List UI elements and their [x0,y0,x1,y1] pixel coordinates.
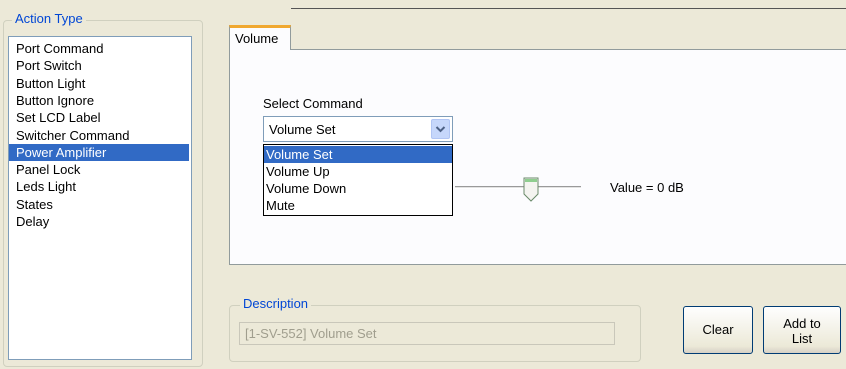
command-combobox[interactable]: Volume Set [263,116,453,142]
action-type-legend: Action Type [12,11,86,26]
action-type-item[interactable]: Port Command [9,40,189,57]
action-type-list[interactable]: Port Command Port Switch Button Light Butto… [8,36,192,360]
dropdown-option[interactable]: Volume Down [264,180,452,197]
action-type-item[interactable]: Leds Light [9,178,189,195]
add-to-list-button[interactable]: Add to List [763,306,841,354]
action-type-item[interactable]: States [9,196,189,213]
action-type-item[interactable]: Set LCD Label [9,109,189,126]
tab-strip-line [291,8,846,9]
action-type-item[interactable]: Port Switch [9,57,189,74]
volume-value-text: Value = 0 dB [610,180,684,195]
combobox-dropdown-button[interactable] [431,119,450,139]
command-combobox-value: Volume Set [269,122,336,137]
tab-volume[interactable]: Volume [229,25,291,50]
slider-thumb-icon[interactable] [522,177,540,203]
add-to-list-label-line1: Add to [783,316,821,331]
action-type-item[interactable]: Power Amplifier [9,143,189,161]
select-command-label: Select Command [263,96,363,111]
chevron-down-icon [435,126,446,133]
dropdown-option[interactable]: Volume Set [264,146,452,163]
action-type-item[interactable]: Delay [9,213,189,230]
command-dropdown-list[interactable]: Volume Set Volume Up Volume Down Mute [263,144,453,216]
dropdown-option[interactable]: Mute [264,197,452,214]
volume-slider-track[interactable] [455,186,581,189]
add-to-list-label-line2: List [791,331,813,346]
action-type-item[interactable]: Button Light [9,75,189,92]
clear-button[interactable]: Clear [683,306,753,354]
dropdown-option[interactable]: Volume Up [264,163,452,180]
action-type-item[interactable]: Switcher Command [9,127,189,144]
description-field: [1-SV-552] Volume Set [239,322,615,345]
action-type-item[interactable]: Button Ignore [9,92,189,109]
description-legend: Description [240,296,312,311]
action-type-item[interactable]: Panel Lock [9,161,189,178]
